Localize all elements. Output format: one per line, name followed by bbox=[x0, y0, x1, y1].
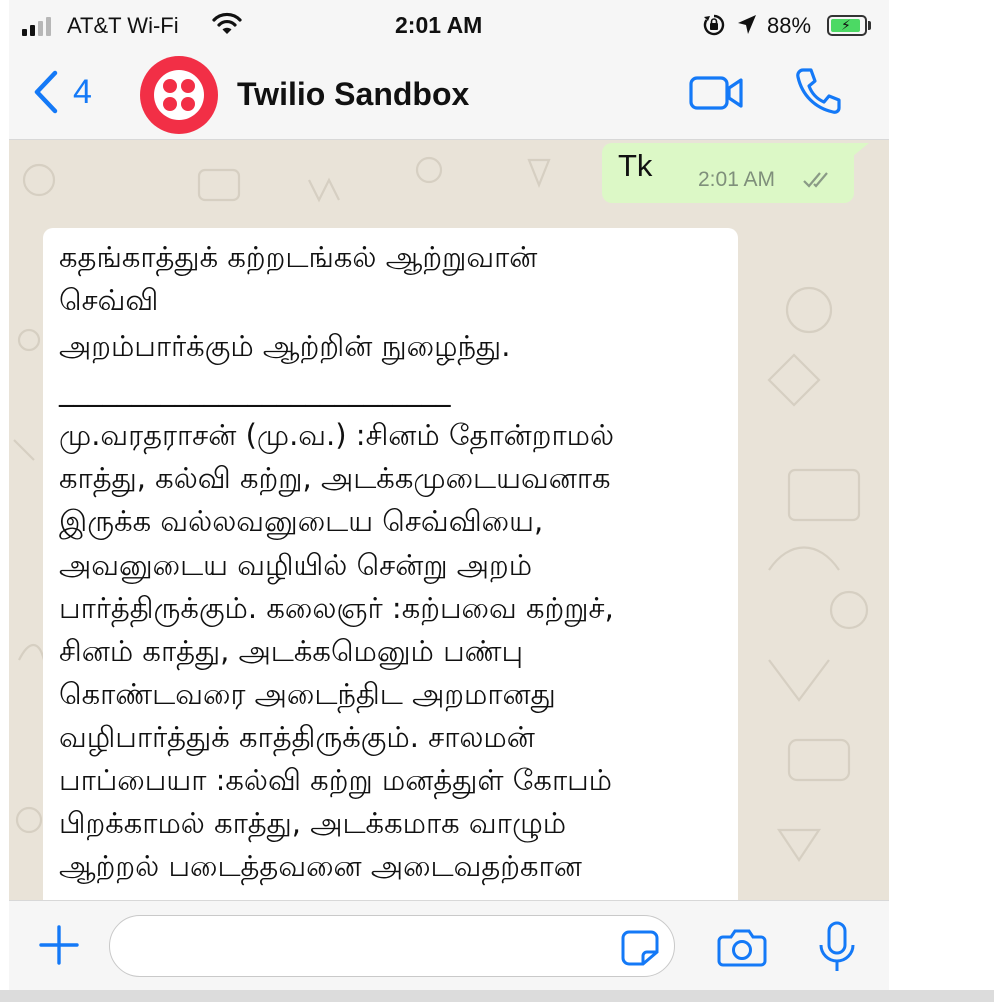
bottom-margin bbox=[0, 990, 994, 1002]
message-divider: ___________________________ bbox=[59, 373, 451, 407]
signal-icon bbox=[22, 14, 62, 36]
unread-count: 4 bbox=[73, 72, 92, 111]
carrier-label: AT&T Wi-Fi bbox=[67, 13, 179, 38]
left-margin bbox=[0, 0, 9, 1002]
phone-screen: AT&T Wi-Fi 2:01 AM 88% ⚡ 4 Twilio Sandbo… bbox=[9, 0, 889, 990]
outgoing-message[interactable]: Tk 2:01 AM bbox=[602, 143, 854, 203]
bubble-tail bbox=[847, 143, 869, 161]
incoming-message[interactable]: கதங்காத்துக் கற்றடங்கல் ஆற்றுவான் செவ்வி… bbox=[43, 228, 738, 900]
charging-bolt-icon: ⚡ bbox=[841, 17, 851, 33]
message-line: கொண்டவரை அடைந்திட அறமானது bbox=[59, 677, 556, 711]
clock: 2:01 AM bbox=[395, 12, 483, 38]
read-receipt-icon bbox=[803, 172, 828, 188]
battery-percent: 88% bbox=[767, 13, 812, 38]
message-line: ஆற்றல் படைத்தவனை அடைவதற்கான bbox=[59, 849, 582, 883]
microphone-icon[interactable] bbox=[817, 921, 857, 973]
back-chevron-icon bbox=[34, 70, 58, 114]
message-line: மு.வரதராசன் (மு.வ.) :சினம் தோன்றாமல் bbox=[59, 418, 615, 452]
rotation-lock-icon bbox=[703, 14, 725, 36]
phone-call-icon[interactable] bbox=[793, 66, 843, 116]
location-icon bbox=[738, 15, 756, 34]
video-call-icon[interactable] bbox=[689, 74, 745, 112]
message-line: பிறக்காமல் காத்து, அடக்கமாக வாழும் bbox=[59, 806, 567, 840]
back-button[interactable]: 4 bbox=[33, 70, 92, 114]
contact-name[interactable]: Twilio Sandbox bbox=[237, 76, 469, 113]
message-text: Tk bbox=[618, 148, 653, 183]
wifi-icon bbox=[212, 12, 242, 34]
message-line: செவ்வி bbox=[59, 283, 159, 317]
message-line: பாப்பையா :கல்வி கற்று மனத்துள் கோபம் bbox=[59, 763, 613, 797]
message-line: அறம்பார்க்கும் ஆற்றின் நுழைந்து. bbox=[59, 329, 511, 363]
camera-icon[interactable] bbox=[717, 927, 767, 967]
message-input[interactable] bbox=[109, 915, 675, 977]
battery-charging-icon: ⚡ bbox=[827, 15, 867, 36]
chat-area[interactable]: Tk 2:01 AM கதங்காத்துக் கற்றடங்கல் ஆற்று… bbox=[9, 140, 889, 900]
sticker-icon[interactable] bbox=[621, 930, 659, 966]
battery-cap bbox=[868, 21, 871, 30]
message-line: பார்த்திருக்கும். கலைஞர் :கற்பவை கற்றுச்… bbox=[59, 591, 614, 625]
plus-icon[interactable] bbox=[39, 925, 79, 965]
message-line: அவனுடைய வழியில் சென்று அறம் bbox=[59, 548, 533, 582]
message-line: சினம் காத்து, அடக்கமெனும் பண்பு bbox=[59, 634, 524, 668]
message-time: 2:01 AM bbox=[698, 168, 776, 191]
message-line: வழிபார்த்துக் காத்திருக்கும். சாலமன் bbox=[59, 720, 535, 754]
status-bar: AT&T Wi-Fi 2:01 AM 88% ⚡ bbox=[9, 0, 889, 50]
message-line: இருக்க வல்லவனுடைய செவ்வியை, bbox=[59, 504, 544, 538]
message-line: காத்து, கல்வி கற்று, அடக்கமுடையவனாக bbox=[59, 461, 611, 495]
message-line: கதங்காத்துக் கற்றடங்கல் ஆற்றுவான் bbox=[59, 240, 538, 274]
composer-bar bbox=[9, 900, 889, 990]
twilio-logo-icon[interactable] bbox=[140, 56, 218, 134]
right-margin bbox=[889, 0, 994, 1002]
chat-header: 4 Twilio Sandbox bbox=[9, 50, 889, 140]
